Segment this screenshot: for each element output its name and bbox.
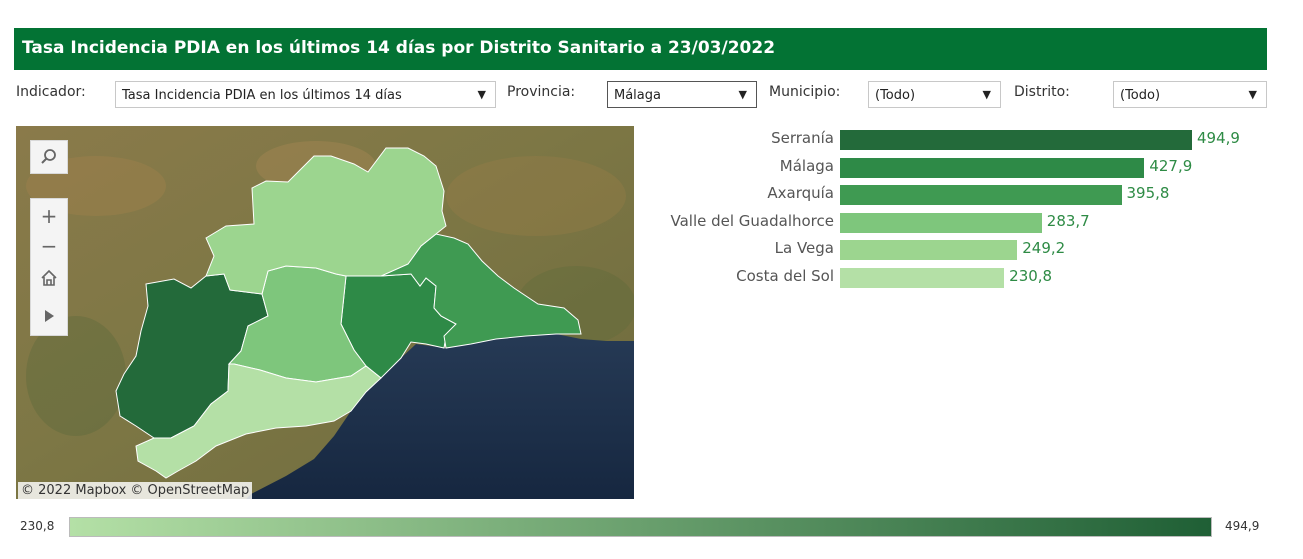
bar-label: Valle del Guadalhorce bbox=[670, 211, 834, 230]
legend-min-label: 230,8 bbox=[20, 519, 55, 533]
chevron-down-icon: ▼ bbox=[982, 88, 991, 101]
map-attribution[interactable]: © 2022 Mapbox © OpenStreetMap bbox=[18, 482, 253, 499]
title-bar: Tasa Incidencia PDIA en los últimos 14 d… bbox=[14, 28, 1267, 70]
provincia-select[interactable]: Málaga ▼ bbox=[607, 81, 757, 108]
bar-label: Axarquía bbox=[767, 184, 834, 203]
bar-value-label: 283,7 bbox=[1046, 211, 1090, 230]
bar[interactable] bbox=[840, 157, 1145, 178]
map-canvas bbox=[16, 126, 634, 499]
distrito-select[interactable]: (Todo) ▼ bbox=[1113, 81, 1267, 108]
chevron-down-icon: ▼ bbox=[738, 88, 747, 101]
provincia-value: Málaga bbox=[614, 88, 661, 103]
bar[interactable] bbox=[840, 240, 1018, 261]
bar-value-label: 230,8 bbox=[1009, 267, 1053, 285]
bar-label: Málaga bbox=[779, 156, 834, 175]
indicador-value: Tasa Incidencia PDIA en los últimos 14 d… bbox=[122, 88, 402, 103]
play-icon[interactable] bbox=[31, 301, 67, 331]
home-icon[interactable] bbox=[31, 263, 67, 293]
bar-value-label: 395,8 bbox=[1126, 184, 1170, 203]
indicador-select[interactable]: Tasa Incidencia PDIA en los últimos 14 d… bbox=[115, 81, 496, 108]
chevron-down-icon: ▼ bbox=[477, 88, 486, 101]
distrito-label: Distrito: bbox=[1014, 84, 1070, 100]
color-legend-gradient bbox=[69, 517, 1212, 537]
indicador-label: Indicador: bbox=[16, 84, 86, 100]
search-icon[interactable] bbox=[31, 142, 67, 172]
bar[interactable] bbox=[840, 268, 1005, 288]
bar-value-label: 249,2 bbox=[1022, 239, 1066, 258]
district-map[interactable]: + − © 2022 Mapbox © OpenStreetMap bbox=[16, 126, 634, 499]
bar[interactable] bbox=[840, 212, 1042, 233]
map-search-control bbox=[30, 140, 68, 174]
bar-value-label: 427,9 bbox=[1149, 156, 1193, 175]
map-zoom-controls: + − bbox=[30, 198, 68, 336]
bar[interactable] bbox=[840, 130, 1192, 150]
zoom-in-icon[interactable]: + bbox=[31, 201, 67, 231]
municipio-select[interactable]: (Todo) ▼ bbox=[868, 81, 1001, 108]
distrito-value: (Todo) bbox=[1120, 88, 1161, 103]
legend-max-label: 494,9 bbox=[1225, 519, 1260, 533]
page-title: Tasa Incidencia PDIA en los últimos 14 d… bbox=[22, 38, 776, 58]
chevron-down-icon: ▼ bbox=[1248, 88, 1257, 101]
provincia-label: Provincia: bbox=[507, 84, 576, 100]
municipio-value: (Todo) bbox=[875, 88, 916, 103]
municipio-label: Municipio: bbox=[769, 84, 841, 100]
bar-label: Costa del Sol bbox=[736, 267, 834, 285]
bar-label: La Vega bbox=[774, 239, 834, 258]
bar-label: Serranía bbox=[771, 129, 834, 147]
zoom-out-icon[interactable]: − bbox=[31, 231, 67, 261]
bar-value-label: 494,9 bbox=[1197, 129, 1240, 147]
bar[interactable] bbox=[840, 185, 1122, 206]
